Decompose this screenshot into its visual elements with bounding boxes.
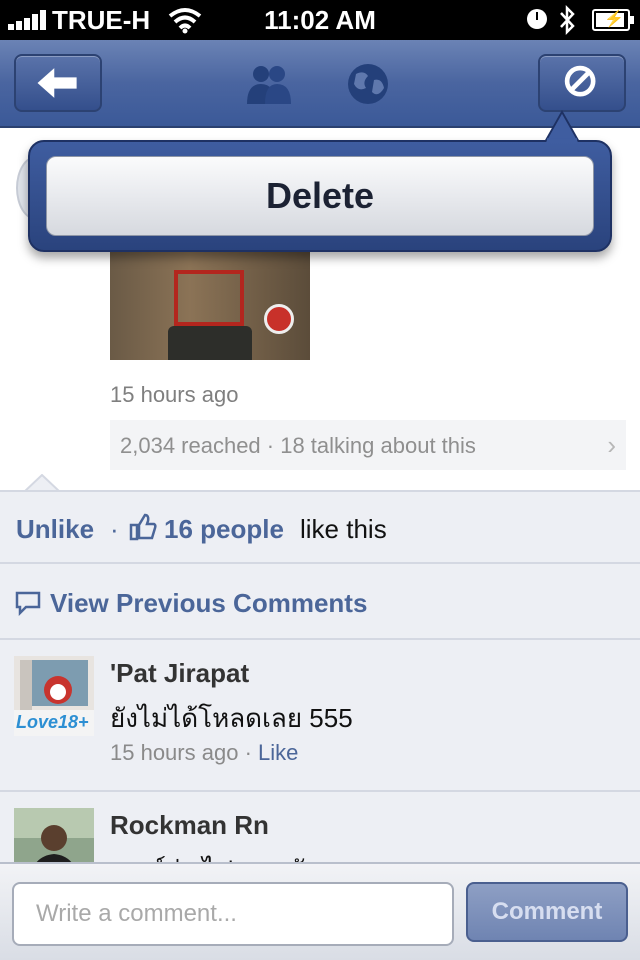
block-icon bbox=[564, 65, 596, 97]
delete-popover: Delete bbox=[28, 110, 612, 252]
like-row: Unlike · 16 people like this bbox=[0, 492, 640, 564]
comment-time: 15 hours ago bbox=[110, 740, 239, 765]
comment-text: ยังไม่ได้โหลดเลย 555 bbox=[110, 703, 353, 733]
comment-like-link[interactable]: Like bbox=[258, 740, 298, 765]
reach-bar[interactable]: 2,034 reached · 18 talking about this › bbox=[110, 420, 626, 470]
like-count[interactable]: 16 people bbox=[164, 514, 284, 545]
view-previous-label: View Previous Comments bbox=[50, 588, 368, 618]
feedback-section: Unlike · 16 people like this View Previo… bbox=[0, 490, 640, 862]
comment-text: เจนร์ว่า ไฟเยอะดับ bbox=[110, 850, 321, 862]
avatar-brand-text: Love18+ bbox=[16, 712, 89, 732]
post-photo[interactable] bbox=[110, 250, 310, 360]
commenter-name[interactable]: 'Pat Jirapat bbox=[110, 658, 249, 689]
comment-input[interactable] bbox=[12, 882, 454, 946]
bluetooth-icon bbox=[560, 4, 575, 36]
meta-separator: · bbox=[244, 740, 259, 765]
friends-icon[interactable] bbox=[244, 62, 294, 106]
commenter-avatar[interactable]: Love18+ bbox=[14, 656, 94, 736]
popover-arrow bbox=[544, 110, 580, 142]
alarm-clock-icon bbox=[527, 9, 547, 29]
post-timestamp: 15 hours ago bbox=[110, 382, 239, 407]
comment-button[interactable]: Comment bbox=[466, 882, 628, 942]
comment-meta: 15 hours ago · Like bbox=[110, 740, 298, 766]
comment-item: Rockman Rn เจนร์ว่า ไฟเยอะดับ bbox=[0, 792, 640, 862]
thumbs-up-icon bbox=[129, 513, 157, 541]
comment-composer: Comment bbox=[0, 862, 640, 960]
chevron-right-icon: › bbox=[607, 430, 616, 460]
delete-button[interactable]: Delete bbox=[46, 156, 594, 236]
back-button[interactable] bbox=[14, 54, 102, 112]
reach-stats: 2,034 reached · 18 talking about this bbox=[120, 433, 476, 458]
commenter-avatar[interactable] bbox=[14, 808, 94, 862]
like-suffix: like this bbox=[300, 514, 387, 544]
view-previous-comments[interactable]: View Previous Comments bbox=[0, 564, 640, 640]
commenter-name[interactable]: Rockman Rn bbox=[110, 810, 269, 841]
unlike-link[interactable]: Unlike bbox=[16, 514, 94, 545]
crosshair-target bbox=[174, 270, 244, 326]
back-arrow-icon bbox=[37, 68, 77, 98]
separator-dot: · bbox=[110, 514, 119, 544]
block-button[interactable] bbox=[538, 54, 626, 112]
comment-item: Love18+ 'Pat Jirapat ยังไม่ได้โหลดเลย 55… bbox=[0, 640, 640, 792]
status-bar: TRUE-H 11:02 AM ⚡ bbox=[0, 0, 640, 40]
weapon-silhouette bbox=[168, 326, 252, 360]
battery-icon: ⚡ bbox=[592, 9, 634, 31]
comment-bubble-icon bbox=[15, 591, 41, 616]
game-badge-icon bbox=[264, 304, 294, 334]
globe-icon[interactable] bbox=[346, 62, 396, 106]
